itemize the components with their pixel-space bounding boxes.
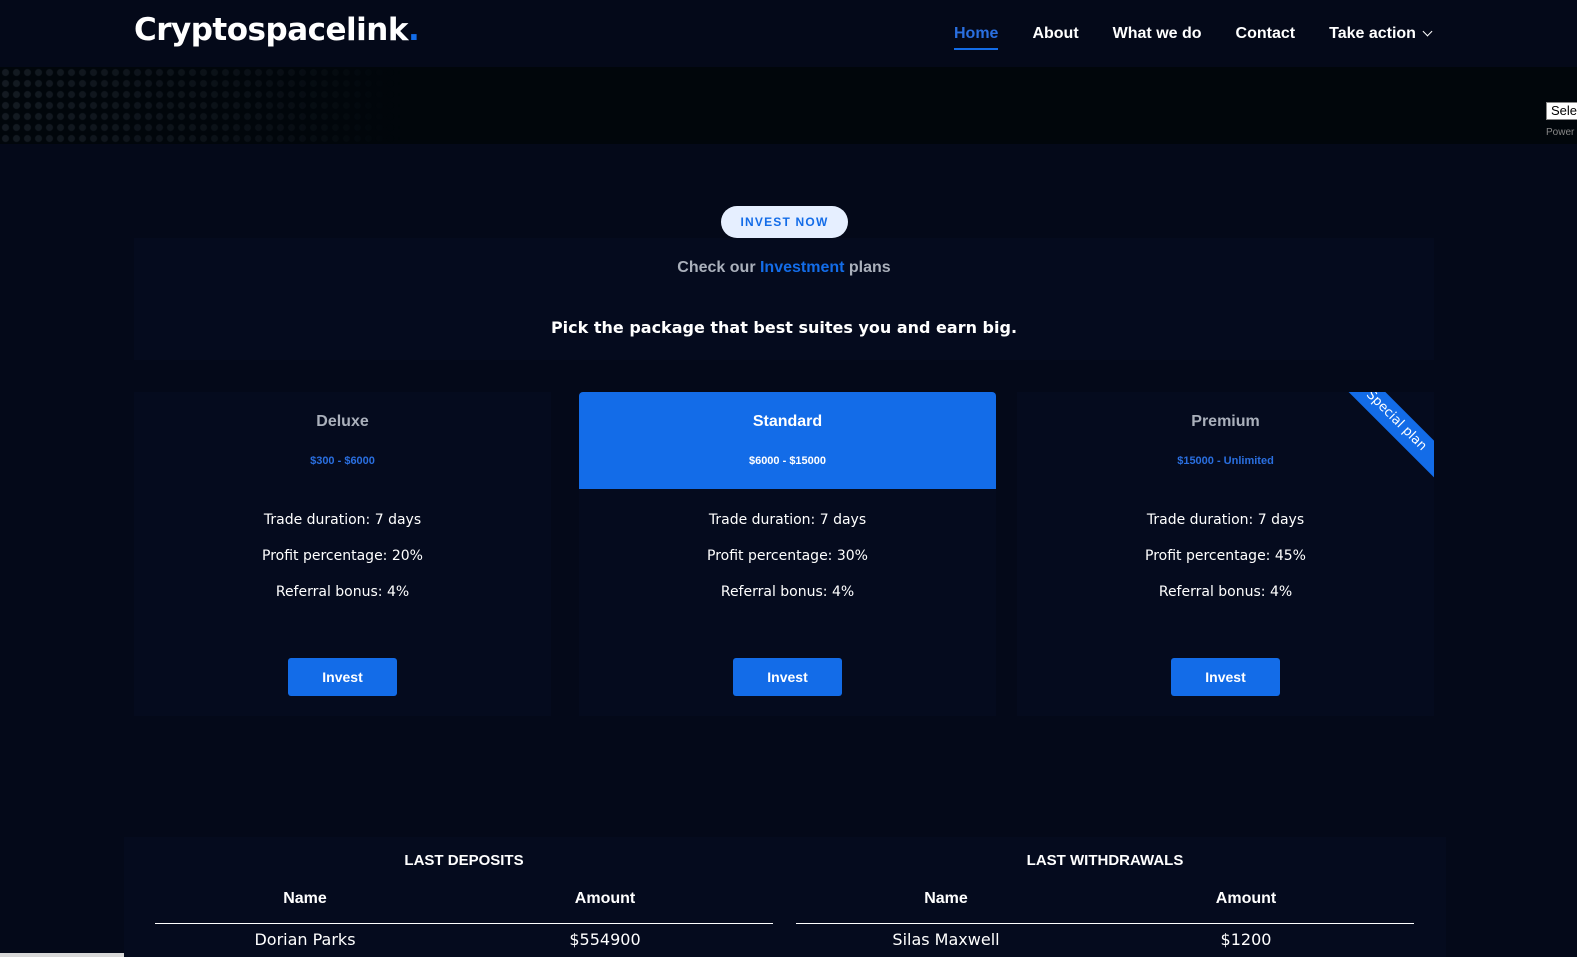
last-withdrawals-table: LAST WITHDRAWALS Name Amount Silas Maxwe… [796,837,1414,957]
plan-referral: Referral bonus: 4% [1158,584,1293,600]
nav-item-what-we-do[interactable]: What we do [1113,0,1202,67]
plan-duration: Trade duration: 7 days [708,512,867,528]
plan-card-header: Standard $6000 - $15000 [579,392,996,489]
plan-card-deluxe: Deluxe $300 - $6000 Trade duration: 7 da… [134,392,551,716]
plan-referral: Referral bonus: 4% [275,584,410,600]
transactions-panel: LAST DEPOSITS Name Amount Dorian Parks $… [124,837,1446,957]
plan-name: Standard [752,413,823,430]
section-subtitle: Pick the package that best suites you an… [550,318,1018,337]
table-title: LAST WITHDRAWALS [1026,852,1184,869]
plan-profit: Profit percentage: 45% [1145,548,1306,564]
plan-card-premium: Premium $15000 - Unlimited Special plan … [1017,392,1434,716]
plan-duration: Trade duration: 7 days [1146,512,1305,528]
invest-button-premium[interactable]: Invest [1171,658,1280,696]
plan-card-standard: Standard $6000 - $15000 Trade duration: … [579,392,996,716]
table-cell-name: Silas Maxwell [892,930,1000,949]
chevron-down-icon [1422,26,1433,37]
site-logo[interactable]: Cryptospacelink. [134,12,420,48]
plans-intro: Check our Investment plans Pick the pack… [134,238,1434,360]
plan-referral: Referral bonus: 4% [720,584,855,600]
table-title: LAST DEPOSITS [404,852,524,869]
hero-banner: Sele Power [0,67,1577,144]
hero-dot-pattern [0,67,400,144]
plan-range: $300 - $6000 [310,455,375,467]
plan-range: $6000 - $15000 [748,455,827,467]
plan-range: $15000 - Unlimited [1177,455,1274,467]
language-select[interactable]: Sele [1546,102,1577,120]
section-title-suffix: plans [844,259,891,276]
invest-button-standard[interactable]: Invest [733,658,842,696]
column-header-amount: Amount [574,890,636,907]
table-divider [155,923,773,924]
plan-profit: Profit percentage: 20% [262,548,423,564]
nav-item-take-action-label: Take action [1329,24,1416,42]
table-cell-amount: $554900 [569,930,641,949]
column-header-name: Name [283,890,327,907]
site-header: Cryptospacelink. Home About What we do C… [0,0,1577,67]
column-header-amount: Amount [1215,890,1277,907]
invest-now-badge[interactable]: INVEST NOW [721,206,848,238]
section-title: Check our Investment plans [134,259,1434,277]
table-divider [796,923,1414,924]
nav-item-home[interactable]: Home [954,0,999,67]
section-title-highlight: Investment [759,259,845,276]
logo-dot: . [407,12,420,48]
section-title-prefix: Check our [677,259,760,276]
nav-item-contact[interactable]: Contact [1236,0,1296,67]
plan-profit: Profit percentage: 30% [707,548,868,564]
logo-text: Cryptospacelink [134,12,408,48]
nav-item-take-action[interactable]: Take action [1329,0,1433,67]
column-header-name: Name [924,890,968,907]
main-nav: Home About What we do Contact Take actio… [954,0,1465,67]
translate-powered-by: Power [1546,127,1575,138]
horizontal-scrollbar[interactable] [0,953,124,957]
table-cell-amount: $1200 [1220,930,1272,949]
table-cell-name: Dorian Parks [254,930,356,949]
plan-card-header: Deluxe $300 - $6000 [134,392,551,489]
invest-button-deluxe[interactable]: Invest [288,658,397,696]
nav-item-about[interactable]: About [1032,0,1078,67]
last-deposits-table: LAST DEPOSITS Name Amount Dorian Parks $… [155,837,773,957]
plan-name: Deluxe [316,413,369,430]
plan-duration: Trade duration: 7 days [263,512,422,528]
